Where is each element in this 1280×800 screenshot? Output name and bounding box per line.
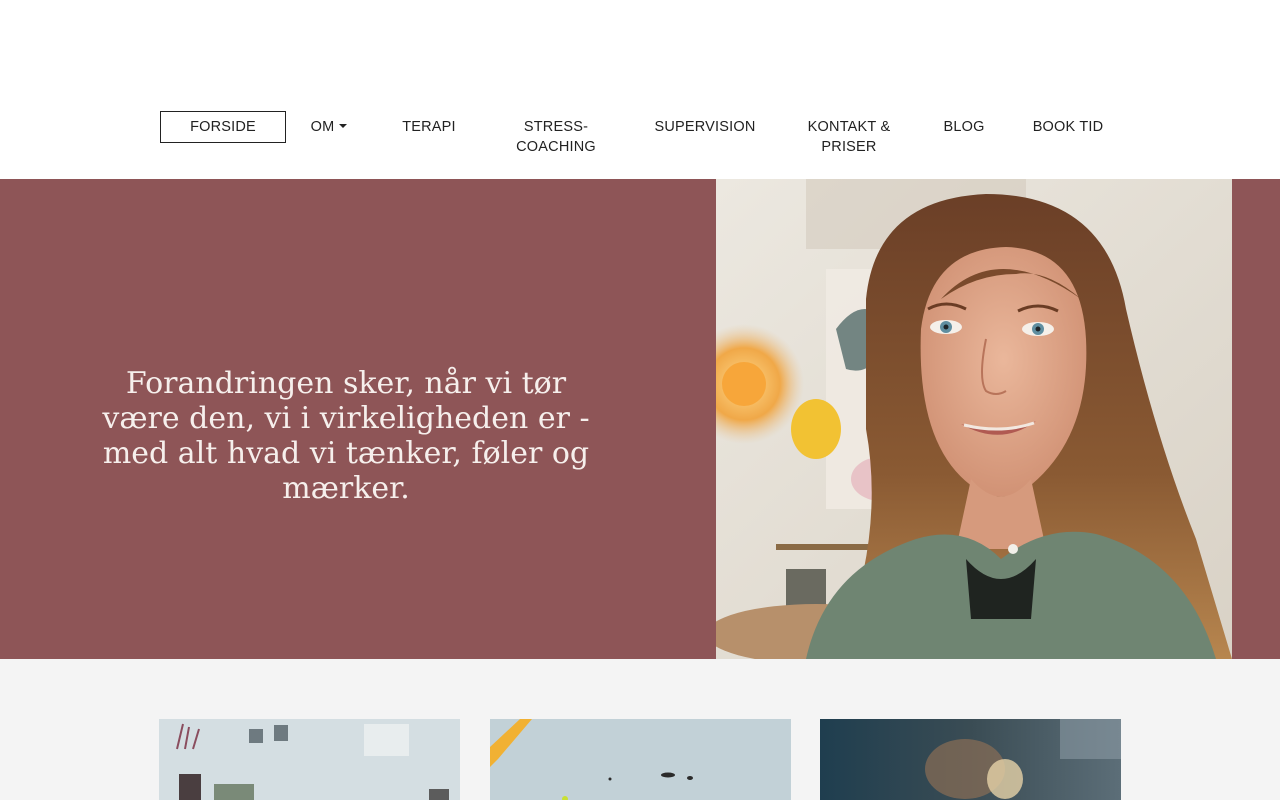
service-card-image[interactable]	[820, 719, 1121, 800]
nav-item-label: BLOG	[943, 119, 985, 135]
nav-item-terapi[interactable]: TERAPI	[389, 111, 469, 137]
nav-item-forside[interactable]: FORSIDE	[160, 111, 286, 143]
nav-item-label-line2: COACHING	[516, 139, 596, 155]
site-header: FORSIDE OM TERAPI STRESS- COACHING SUPER…	[0, 0, 1280, 179]
hero-section: Forandringen sker, når vi tør være den, …	[0, 179, 1280, 659]
hero-quote: Forandringen sker, når vi tør være den, …	[102, 366, 590, 506]
nav-item-label: FORSIDE	[190, 119, 256, 135]
services-section	[0, 659, 1280, 800]
nav-item-label: OM	[310, 119, 335, 135]
nav-item-label: STRESS-	[523, 119, 589, 135]
nav-item-label: KONTAKT &	[807, 119, 891, 135]
nav-item-label-line2: PRISER	[821, 139, 877, 155]
caret-down-icon	[339, 124, 348, 129]
nav-item-stress-coaching[interactable]: STRESS- COACHING	[500, 111, 612, 157]
portrait-photo	[716, 179, 1232, 659]
nav-item-label: SUPERVISION	[654, 119, 756, 135]
main-navigation: FORSIDE OM TERAPI STRESS- COACHING SUPER…	[0, 111, 1280, 171]
nav-item-label: TERAPI	[402, 119, 456, 135]
nav-item-label: BOOK TID	[1032, 119, 1104, 135]
nav-item-kontakt-priser[interactable]: KONTAKT & PRISER	[796, 111, 902, 157]
nav-item-om[interactable]: OM	[300, 111, 358, 137]
nav-item-book-tid[interactable]: BOOK TID	[1024, 111, 1112, 137]
nav-item-blog[interactable]: BLOG	[932, 111, 996, 137]
nav-item-supervision[interactable]: SUPERVISION	[645, 111, 765, 137]
service-card-image[interactable]	[159, 719, 460, 800]
service-card-image[interactable]	[490, 719, 791, 800]
